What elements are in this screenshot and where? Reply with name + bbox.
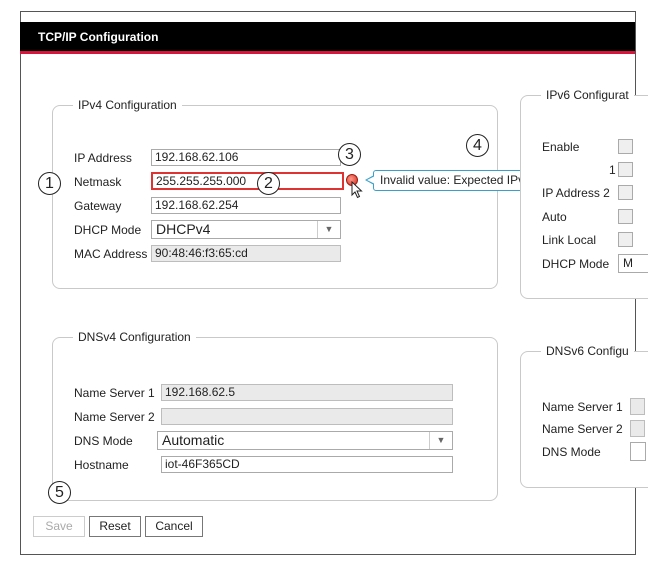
dnsv6-mode-label: DNS Mode xyxy=(542,445,601,459)
dnsv4-legend: DNSv4 Configuration xyxy=(73,330,196,344)
dns-ns2-label: Name Server 2 xyxy=(74,410,155,424)
dnsv6-ns2-label: Name Server 2 xyxy=(542,422,623,436)
dnsv6-mode-select[interactable] xyxy=(630,442,646,461)
dns-ns1-field: 192.168.62.5 xyxy=(161,384,453,401)
mouse-pointer-icon xyxy=(351,181,363,199)
save-button[interactable]: Save xyxy=(33,516,85,537)
dns-mode-select[interactable]: Automatic ▼ xyxy=(157,431,453,450)
ipv6-address-1-field[interactable] xyxy=(618,162,633,177)
reset-button[interactable]: Reset xyxy=(89,516,141,537)
dns-mode-label: DNS Mode xyxy=(74,434,133,448)
mac-address-field: 90:48:46:f3:65:cd xyxy=(151,245,341,262)
title-accent-line xyxy=(20,51,635,54)
ip-address-label: IP Address xyxy=(74,151,132,165)
gateway-label: Gateway xyxy=(74,199,122,213)
dhcp-mode-value: DHCPv4 xyxy=(156,221,211,237)
dnsv6-ns1-label: Name Server 1 xyxy=(542,400,623,414)
ipv6-link-local-checkbox[interactable] xyxy=(618,232,633,247)
ipv4-legend: IPv4 Configuration xyxy=(73,98,182,112)
callout-5: 5 xyxy=(48,481,71,504)
dns-mode-value: Automatic xyxy=(162,432,225,448)
ip-address-input[interactable]: 192.168.62.106 xyxy=(151,149,341,166)
ipv6-enable-label: Enable xyxy=(542,140,580,154)
chevron-down-icon: ▼ xyxy=(429,432,452,449)
ipv6-address-1-label: 1 xyxy=(609,163,616,177)
callout-3: 3 xyxy=(338,143,361,166)
dhcp-mode-label: DHCP Mode xyxy=(74,223,142,237)
dnsv6-ns2-field xyxy=(630,420,645,437)
ipv6-address-2-field[interactable] xyxy=(618,185,633,200)
cancel-button[interactable]: Cancel xyxy=(145,516,203,537)
netmask-input[interactable]: 255.255.255.000 xyxy=(151,172,344,190)
dns-ns1-label: Name Server 1 xyxy=(74,386,155,400)
callout-4: 4 xyxy=(466,134,489,157)
ipv6-legend: IPv6 Configurat xyxy=(541,88,634,102)
gateway-input[interactable]: 192.168.62.254 xyxy=(151,197,341,214)
chevron-down-icon: ▼ xyxy=(317,221,340,238)
mac-address-label: MAC Address xyxy=(74,247,148,261)
ipv6-enable-checkbox[interactable] xyxy=(618,139,633,154)
dns-ns2-field xyxy=(161,408,453,425)
ipv6-auto-checkbox[interactable] xyxy=(618,209,633,224)
hostname-input[interactable]: iot-46F365CD xyxy=(161,456,453,473)
callout-2: 2 xyxy=(257,172,280,195)
ipv6-address-2-label: IP Address 2 xyxy=(542,186,610,200)
window-title: TCP/IP Configuration xyxy=(38,30,159,44)
ipv6-link-local-label: Link Local xyxy=(542,233,597,247)
dnsv6-ns1-field xyxy=(630,398,645,415)
ipv6-dhcp-mode-value: M xyxy=(623,256,633,270)
ipv6-dhcp-mode-select[interactable]: M xyxy=(618,254,648,273)
callout-1: 1 xyxy=(38,172,61,195)
title-bar: TCP/IP Configuration xyxy=(20,22,635,51)
netmask-label: Netmask xyxy=(74,175,122,189)
ipv6-dhcp-mode-label: DHCP Mode xyxy=(542,257,610,271)
dnsv6-legend: DNSv6 Configu xyxy=(541,344,634,358)
dnsv6-group: DNSv6 Configu xyxy=(520,344,648,488)
dhcp-mode-select[interactable]: DHCPv4 ▼ xyxy=(151,220,341,239)
ipv6-auto-label: Auto xyxy=(542,210,567,224)
hostname-label: Hostname xyxy=(74,458,129,472)
